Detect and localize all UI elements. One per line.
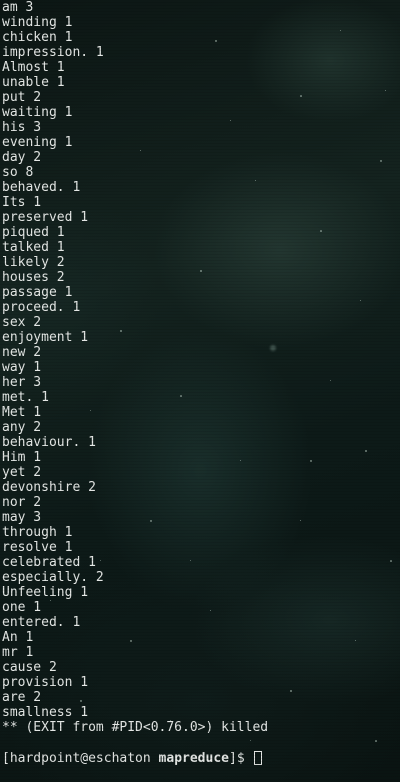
output-line: one 1	[2, 600, 42, 615]
output-line: celebrated 1	[2, 555, 96, 570]
output-line: preserved 1	[2, 210, 89, 225]
output-line: may 3	[2, 510, 42, 525]
output-line: piqued 1	[2, 225, 65, 240]
output-line: houses 2	[2, 270, 65, 285]
output-line: waiting 1	[2, 105, 73, 120]
output-line: new 2	[2, 345, 42, 360]
star	[290, 690, 292, 692]
output-line: behaved. 1	[2, 180, 81, 195]
output-line: yet 2	[2, 465, 42, 480]
output-line: devonshire 2	[2, 480, 96, 495]
text-cursor[interactable]	[254, 751, 263, 765]
output-line: met. 1	[2, 390, 49, 405]
star	[320, 230, 322, 232]
output-line: Almost 1	[2, 60, 65, 75]
output-line: passage 1	[2, 285, 73, 300]
terminal-output: am 3 winding 1 chicken 1 impression. 1 Almos…	[2, 0, 268, 735]
output-line: provision 1	[2, 675, 89, 690]
output-line: mr 1	[2, 645, 34, 660]
output-line: Unfeeling 1	[2, 585, 89, 600]
output-line: unable 1	[2, 75, 65, 90]
output-line: entered. 1	[2, 615, 81, 630]
output-line: impression. 1	[2, 45, 104, 60]
star	[375, 740, 377, 742]
star	[250, 740, 251, 741]
output-line: through 1	[2, 525, 73, 540]
star	[330, 380, 331, 381]
output-line: nor 2	[2, 495, 42, 510]
shell-prompt-line[interactable]: [hardpoint@eschaton mapreduce]$	[2, 751, 263, 766]
output-line: behaviour. 1	[2, 435, 96, 450]
output-line: Met 1	[2, 405, 42, 420]
star	[300, 520, 301, 521]
output-line: way 1	[2, 360, 42, 375]
output-line: evening 1	[2, 135, 73, 150]
prompt-open-bracket: [	[2, 751, 10, 766]
output-line: winding 1	[2, 15, 73, 30]
star	[390, 560, 392, 562]
output-line: so 8	[2, 165, 34, 180]
star	[385, 90, 386, 91]
output-line: Its 1	[2, 195, 42, 210]
output-line: resolve 1	[2, 540, 73, 555]
prompt-symbol: ]$	[229, 751, 253, 766]
output-line: likely 2	[2, 255, 65, 270]
output-line: are 2	[2, 690, 42, 705]
output-line: put 2	[2, 90, 42, 105]
star	[365, 450, 367, 452]
output-line: day 2	[2, 150, 42, 165]
star	[380, 160, 382, 162]
star	[360, 300, 361, 301]
star	[310, 460, 312, 462]
star	[355, 640, 356, 641]
output-line: especially. 2	[2, 570, 104, 585]
output-line: her 3	[2, 375, 42, 390]
output-line: Him 1	[2, 450, 42, 465]
prompt-user-host: hardpoint@eschaton	[9, 751, 151, 766]
output-line: smallness 1	[2, 705, 89, 720]
output-line: enjoyment 1	[2, 330, 89, 345]
output-line: ** (EXIT from #PID<0.76.0>) killed	[2, 720, 269, 735]
output-line: chicken 1	[2, 30, 73, 45]
output-line: proceed. 1	[2, 300, 81, 315]
star	[270, 345, 276, 351]
output-line: am 3	[2, 0, 34, 15]
star	[340, 30, 341, 31]
output-line: his 3	[2, 120, 42, 135]
output-line: any 2	[2, 420, 42, 435]
output-line: sex 2	[2, 315, 42, 330]
output-line: talked 1	[2, 240, 65, 255]
prompt-cwd: mapreduce	[158, 751, 229, 766]
terminal-window[interactable]: am 3 winding 1 chicken 1 impression. 1 Almos…	[0, 0, 400, 782]
output-line: cause 2	[2, 660, 57, 675]
star	[300, 95, 302, 97]
output-line: An 1	[2, 630, 34, 645]
